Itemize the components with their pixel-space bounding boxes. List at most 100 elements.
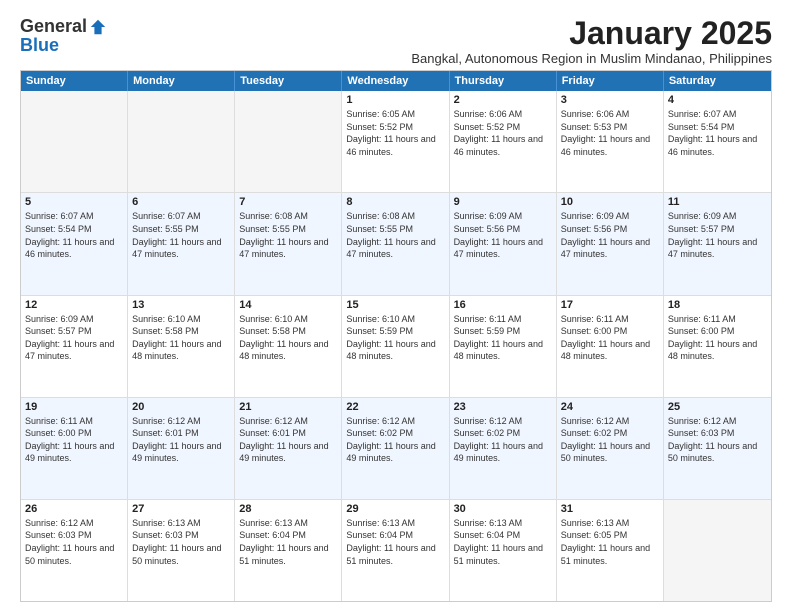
calendar-header-day: Thursday bbox=[450, 71, 557, 91]
day-info: Sunrise: 6:07 AM Sunset: 5:54 PM Dayligh… bbox=[25, 210, 123, 260]
calendar-row: 5 Sunrise: 6:07 AM Sunset: 5:54 PM Daylig… bbox=[21, 193, 771, 295]
day-number: 2 bbox=[454, 94, 552, 106]
calendar-cell bbox=[21, 91, 128, 192]
calendar-row: 12 Sunrise: 6:09 AM Sunset: 5:57 PM Dayli… bbox=[21, 296, 771, 398]
day-number: 25 bbox=[668, 401, 767, 413]
day-info: Sunrise: 6:11 AM Sunset: 5:59 PM Dayligh… bbox=[454, 313, 552, 363]
day-number: 7 bbox=[239, 196, 337, 208]
day-info: Sunrise: 6:09 AM Sunset: 5:57 PM Dayligh… bbox=[25, 313, 123, 363]
day-number: 11 bbox=[668, 196, 767, 208]
calendar-cell bbox=[128, 91, 235, 192]
logo: General Blue bbox=[20, 16, 107, 56]
day-info: Sunrise: 6:10 AM Sunset: 5:58 PM Dayligh… bbox=[132, 313, 230, 363]
month-title: January 2025 bbox=[107, 16, 772, 51]
day-info: Sunrise: 6:12 AM Sunset: 6:03 PM Dayligh… bbox=[668, 415, 767, 465]
day-number: 5 bbox=[25, 196, 123, 208]
calendar-row: 1 Sunrise: 6:05 AM Sunset: 5:52 PM Daylig… bbox=[21, 91, 771, 193]
day-number: 10 bbox=[561, 196, 659, 208]
day-number: 20 bbox=[132, 401, 230, 413]
day-number: 18 bbox=[668, 299, 767, 311]
day-info: Sunrise: 6:13 AM Sunset: 6:03 PM Dayligh… bbox=[132, 517, 230, 567]
day-info: Sunrise: 6:10 AM Sunset: 5:59 PM Dayligh… bbox=[346, 313, 444, 363]
calendar-cell: 23 Sunrise: 6:12 AM Sunset: 6:02 PM Dayli… bbox=[450, 398, 557, 499]
calendar-header-day: Sunday bbox=[21, 71, 128, 91]
calendar-cell bbox=[235, 91, 342, 192]
header: General Blue January 2025 Bangkal, Auton… bbox=[20, 16, 772, 66]
page: General Blue January 2025 Bangkal, Auton… bbox=[0, 0, 792, 612]
day-info: Sunrise: 6:13 AM Sunset: 6:04 PM Dayligh… bbox=[454, 517, 552, 567]
day-info: Sunrise: 6:11 AM Sunset: 6:00 PM Dayligh… bbox=[668, 313, 767, 363]
logo-icon bbox=[89, 18, 107, 36]
calendar-cell: 6Sunrise: 6:07 AM Sunset: 5:55 PM Daylig… bbox=[128, 193, 235, 294]
day-info: Sunrise: 6:12 AM Sunset: 6:01 PM Dayligh… bbox=[132, 415, 230, 465]
day-info: Sunrise: 6:12 AM Sunset: 6:02 PM Dayligh… bbox=[346, 415, 444, 465]
calendar-cell: 4Sunrise: 6:07 AM Sunset: 5:54 PM Daylig… bbox=[664, 91, 771, 192]
day-number: 15 bbox=[346, 299, 444, 311]
day-info: Sunrise: 6:10 AM Sunset: 5:58 PM Dayligh… bbox=[239, 313, 337, 363]
day-info: Sunrise: 6:12 AM Sunset: 6:03 PM Dayligh… bbox=[25, 517, 123, 567]
calendar-cell: 29Sunrise: 6:13 AM Sunset: 6:04 PM Dayli… bbox=[342, 500, 449, 601]
day-number: 23 bbox=[454, 401, 552, 413]
day-number: 31 bbox=[561, 503, 659, 515]
day-info: Sunrise: 6:12 AM Sunset: 6:02 PM Dayligh… bbox=[454, 415, 552, 465]
calendar-cell: 31 Sunrise: 6:13 AM Sunset: 6:05 PM Dayli… bbox=[557, 500, 664, 601]
calendar-cell: 26Sunrise: 6:12 AM Sunset: 6:03 PM Dayli… bbox=[21, 500, 128, 601]
calendar-cell: 2Sunrise: 6:06 AM Sunset: 5:52 PM Daylig… bbox=[450, 91, 557, 192]
calendar-header-day: Saturday bbox=[664, 71, 771, 91]
calendar-cell: 21 Sunrise: 6:12 AM Sunset: 6:01 PM Dayli… bbox=[235, 398, 342, 499]
day-number: 3 bbox=[561, 94, 659, 106]
calendar-cell: 8Sunrise: 6:08 AM Sunset: 5:55 PM Daylig… bbox=[342, 193, 449, 294]
day-info: Sunrise: 6:05 AM Sunset: 5:52 PM Dayligh… bbox=[346, 108, 444, 158]
day-number: 24 bbox=[561, 401, 659, 413]
day-number: 4 bbox=[668, 94, 767, 106]
day-info: Sunrise: 6:13 AM Sunset: 6:05 PM Dayligh… bbox=[561, 517, 659, 567]
calendar-body: 1 Sunrise: 6:05 AM Sunset: 5:52 PM Daylig… bbox=[21, 91, 771, 601]
day-info: Sunrise: 6:09 AM Sunset: 5:56 PM Dayligh… bbox=[561, 210, 659, 260]
calendar-row: 26Sunrise: 6:12 AM Sunset: 6:03 PM Dayli… bbox=[21, 500, 771, 601]
day-info: Sunrise: 6:09 AM Sunset: 5:57 PM Dayligh… bbox=[668, 210, 767, 260]
logo-general-text: General bbox=[20, 16, 87, 37]
calendar-cell: 27Sunrise: 6:13 AM Sunset: 6:03 PM Dayli… bbox=[128, 500, 235, 601]
title-block: January 2025 Bangkal, Autonomous Region … bbox=[107, 16, 772, 66]
calendar-header-day: Monday bbox=[128, 71, 235, 91]
day-number: 29 bbox=[346, 503, 444, 515]
day-info: Sunrise: 6:06 AM Sunset: 5:53 PM Dayligh… bbox=[561, 108, 659, 158]
calendar-cell: 14 Sunrise: 6:10 AM Sunset: 5:58 PM Dayli… bbox=[235, 296, 342, 397]
day-number: 17 bbox=[561, 299, 659, 311]
calendar-cell: 5 Sunrise: 6:07 AM Sunset: 5:54 PM Daylig… bbox=[21, 193, 128, 294]
calendar-header-day: Tuesday bbox=[235, 71, 342, 91]
calendar-cell: 13Sunrise: 6:10 AM Sunset: 5:58 PM Dayli… bbox=[128, 296, 235, 397]
calendar-cell bbox=[664, 500, 771, 601]
calendar-cell: 3 Sunrise: 6:06 AM Sunset: 5:53 PM Daylig… bbox=[557, 91, 664, 192]
day-number: 30 bbox=[454, 503, 552, 515]
calendar-cell: 30 Sunrise: 6:13 AM Sunset: 6:04 PM Dayli… bbox=[450, 500, 557, 601]
day-info: Sunrise: 6:12 AM Sunset: 6:02 PM Dayligh… bbox=[561, 415, 659, 465]
calendar-cell: 7 Sunrise: 6:08 AM Sunset: 5:55 PM Daylig… bbox=[235, 193, 342, 294]
calendar-cell: 10 Sunrise: 6:09 AM Sunset: 5:56 PM Dayli… bbox=[557, 193, 664, 294]
day-number: 19 bbox=[25, 401, 123, 413]
day-number: 12 bbox=[25, 299, 123, 311]
calendar-cell: 11 Sunrise: 6:09 AM Sunset: 5:57 PM Dayli… bbox=[664, 193, 771, 294]
calendar-cell: 15 Sunrise: 6:10 AM Sunset: 5:59 PM Dayli… bbox=[342, 296, 449, 397]
day-info: Sunrise: 6:11 AM Sunset: 6:00 PM Dayligh… bbox=[25, 415, 123, 465]
calendar-cell: 18 Sunrise: 6:11 AM Sunset: 6:00 PM Dayli… bbox=[664, 296, 771, 397]
day-number: 21 bbox=[239, 401, 337, 413]
calendar-cell: 9Sunrise: 6:09 AM Sunset: 5:56 PM Daylig… bbox=[450, 193, 557, 294]
day-info: Sunrise: 6:08 AM Sunset: 5:55 PM Dayligh… bbox=[239, 210, 337, 260]
day-number: 1 bbox=[346, 94, 444, 106]
calendar-cell: 1 Sunrise: 6:05 AM Sunset: 5:52 PM Daylig… bbox=[342, 91, 449, 192]
day-number: 9 bbox=[454, 196, 552, 208]
day-info: Sunrise: 6:11 AM Sunset: 6:00 PM Dayligh… bbox=[561, 313, 659, 363]
calendar-cell: 19 Sunrise: 6:11 AM Sunset: 6:00 PM Dayli… bbox=[21, 398, 128, 499]
calendar-cell: 28Sunrise: 6:13 AM Sunset: 6:04 PM Dayli… bbox=[235, 500, 342, 601]
location-title: Bangkal, Autonomous Region in Muslim Min… bbox=[107, 51, 772, 66]
calendar-header-day: Wednesday bbox=[342, 71, 449, 91]
day-info: Sunrise: 6:12 AM Sunset: 6:01 PM Dayligh… bbox=[239, 415, 337, 465]
day-info: Sunrise: 6:13 AM Sunset: 6:04 PM Dayligh… bbox=[239, 517, 337, 567]
day-number: 16 bbox=[454, 299, 552, 311]
day-number: 14 bbox=[239, 299, 337, 311]
calendar-cell: 17 Sunrise: 6:11 AM Sunset: 6:00 PM Dayli… bbox=[557, 296, 664, 397]
calendar-cell: 25 Sunrise: 6:12 AM Sunset: 6:03 PM Dayli… bbox=[664, 398, 771, 499]
calendar-header-row: SundayMondayTuesdayWednesdayThursdayFrid… bbox=[21, 71, 771, 91]
day-number: 22 bbox=[346, 401, 444, 413]
